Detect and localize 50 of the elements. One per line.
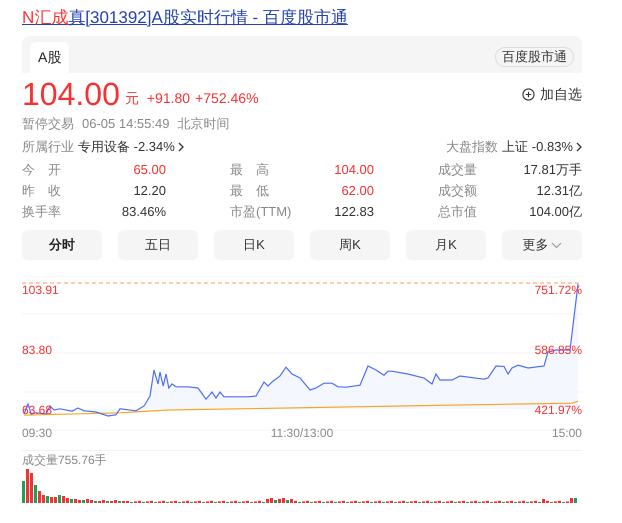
stat-label: 最 高	[230, 161, 269, 179]
stat-value: 12.20	[133, 182, 166, 200]
trading-status: 暂停交易	[22, 115, 74, 133]
price-axis-label: 103.91	[22, 283, 59, 297]
time-axis-label: 11:30/13:00	[270, 426, 334, 440]
chevron-right-icon	[178, 142, 184, 152]
price-change: +91.80	[146, 89, 190, 108]
index-label: 大盘指数	[446, 138, 498, 156]
industry-link[interactable]: 专用设备 -2.34%	[78, 138, 184, 156]
time-axis-label: 15:00	[552, 426, 582, 440]
stat-label: 昨 收	[22, 182, 61, 200]
stat-value: 122.83	[334, 203, 374, 221]
index-link[interactable]: 上证 -0.83%	[502, 138, 582, 156]
stat-label: 换手率	[22, 203, 61, 221]
percent-axis-label: 421.97%	[534, 403, 582, 417]
plus-circle-icon	[522, 88, 535, 101]
stat-value: 83.46%	[122, 203, 166, 221]
quote-time: 06-05 14:55:49	[82, 115, 170, 133]
stat-value: 17.81万手	[523, 161, 582, 179]
time-axis-label: 09:30	[22, 426, 52, 440]
period-tab[interactable]: 日K	[214, 230, 294, 260]
period-tab[interactable]: 月K	[406, 230, 486, 260]
stat-value: 12.31亿	[536, 182, 582, 200]
stat-value: 104.00亿	[529, 203, 582, 221]
price-axis-label: 83.80	[22, 343, 52, 357]
stat-label: 成交量	[438, 161, 477, 179]
stat-label: 今 开	[22, 161, 61, 179]
period-tab[interactable]: 五日	[118, 230, 198, 260]
source-badge[interactable]: 百度股市通	[495, 47, 574, 67]
chevron-down-icon	[550, 242, 562, 248]
price-value: 104.00	[22, 75, 120, 113]
page-title-link[interactable]: N汇成真[301392]A股实时行情 - 百度股市通	[22, 6, 582, 30]
volume-label: 成交量755.76手	[22, 453, 108, 467]
period-tab[interactable]: 周K	[310, 230, 390, 260]
industry-label: 所属行业	[22, 138, 74, 156]
period-tab[interactable]: 分时	[22, 230, 102, 260]
stat-value: 65.00	[133, 161, 166, 179]
more-menu-button[interactable]: 更多	[502, 230, 582, 260]
stat-value: 104.00	[334, 161, 374, 179]
add-watchlist-button[interactable]: 加自选	[522, 84, 582, 105]
stat-value: 62.00	[341, 182, 374, 200]
price-unit: 元	[124, 89, 139, 108]
time-zone: 北京时间	[177, 115, 230, 133]
stat-label: 最 低	[230, 182, 269, 200]
market-tab[interactable]: A股	[30, 42, 70, 73]
stat-label: 成交额	[438, 182, 477, 200]
chevron-right-icon	[576, 142, 582, 152]
stat-label: 市盈(TTM)	[230, 203, 292, 221]
stat-label: 总市值	[438, 203, 477, 221]
price-change-percent: +752.46%	[195, 89, 259, 108]
